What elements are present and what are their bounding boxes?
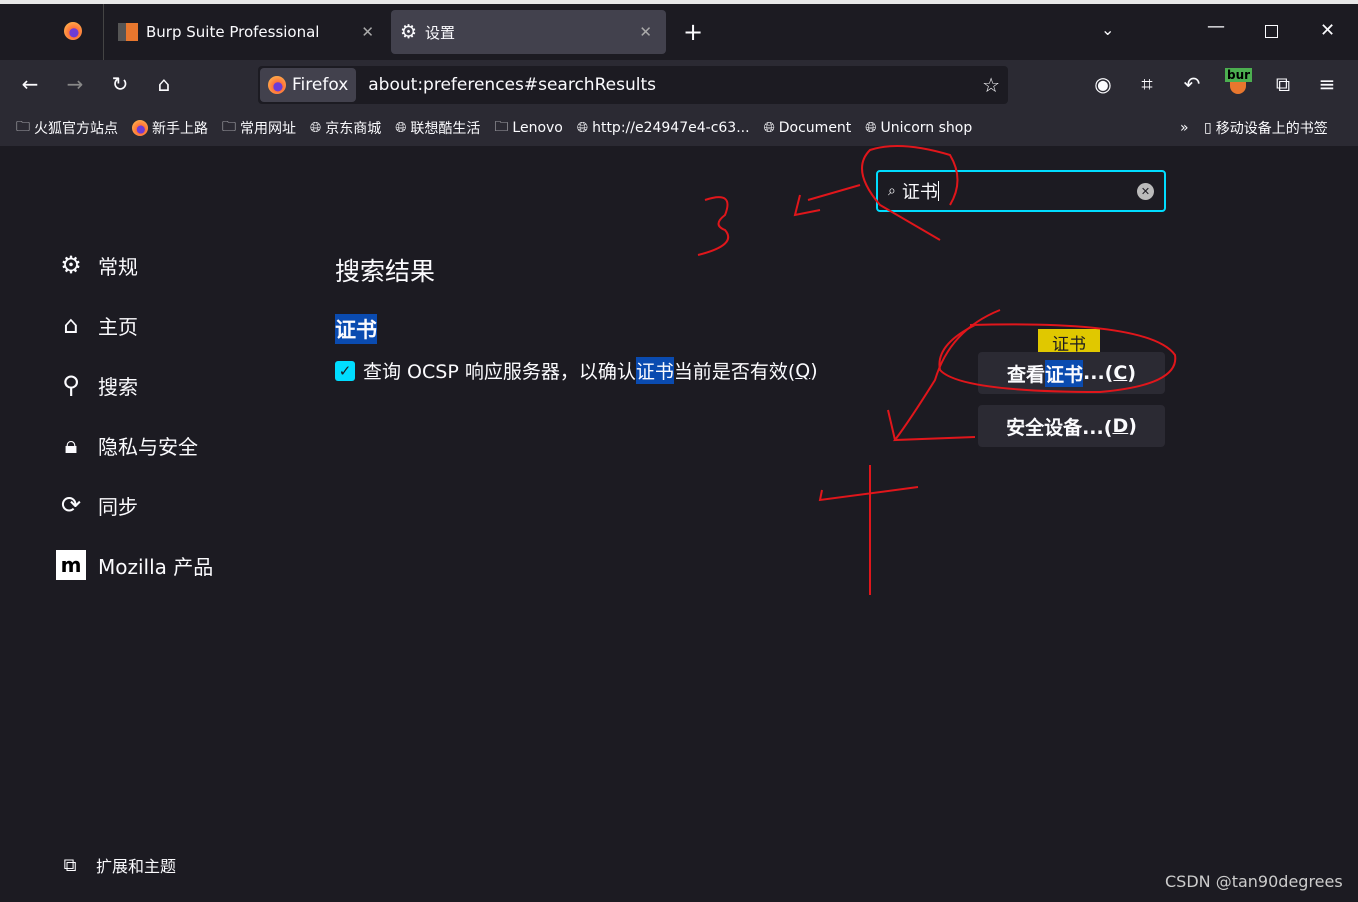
red-annotations <box>697 145 1177 595</box>
watermark: CSDN @tan90degrees <box>1165 872 1343 891</box>
annotation-arrow-line <box>887 309 1001 442</box>
annotation-ellipse-view-cert <box>938 323 1177 394</box>
annotation-number-3 <box>697 196 730 256</box>
annotation-number-4 <box>818 465 919 595</box>
annotation-number-4-arrow <box>793 184 861 217</box>
annotation-circle-search <box>861 145 959 241</box>
